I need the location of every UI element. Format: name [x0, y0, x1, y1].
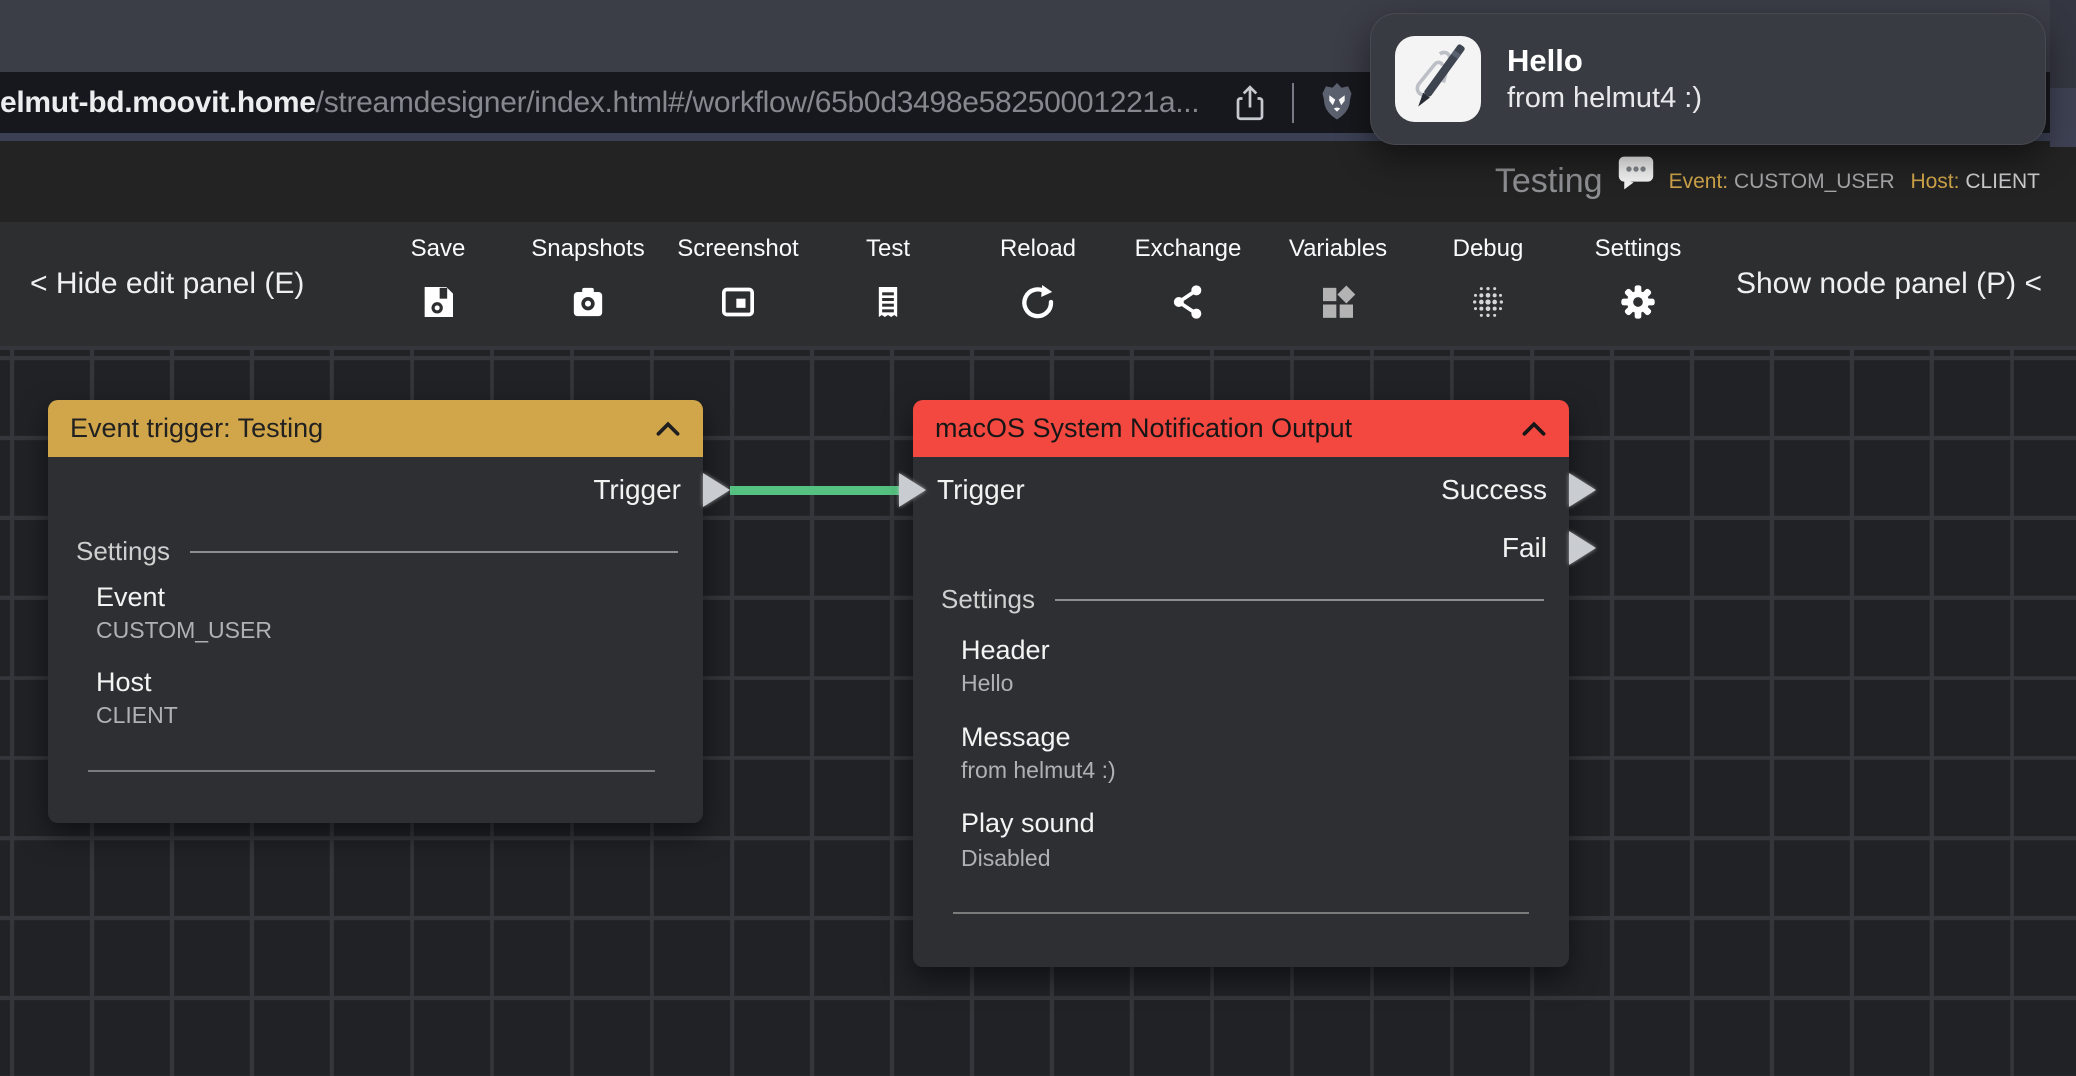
- share-icon[interactable]: [1232, 83, 1268, 123]
- field-value-header: Hello: [961, 669, 1013, 697]
- notification-title: Hello: [1507, 42, 1702, 81]
- test-list-icon: [868, 282, 908, 322]
- field-value-host: CLIENT: [96, 701, 178, 729]
- node-event-trigger[interactable]: Event trigger: Testing Trigger Settings …: [48, 400, 703, 823]
- screenshot-icon: [718, 282, 758, 322]
- output-connector-fail[interactable]: [1569, 531, 1596, 565]
- variables-grid-icon: [1318, 282, 1358, 322]
- field-value-play-sound: Disabled: [961, 844, 1051, 872]
- field-label-header: Header: [961, 633, 1050, 667]
- settings-button[interactable]: Settings: [1563, 234, 1713, 322]
- gear-icon: [1618, 282, 1658, 322]
- screenshot-button[interactable]: Screenshot: [663, 234, 813, 322]
- workflow-header: Testing Event: CUSTOM_USER Host: CLIENT: [0, 141, 2076, 222]
- floppy-icon: [418, 282, 458, 322]
- settings-divider: [1055, 599, 1544, 601]
- input-port-label-trigger: Trigger: [937, 472, 1025, 508]
- snapshots-button[interactable]: Snapshots: [513, 234, 663, 322]
- test-button[interactable]: Test: [813, 234, 963, 322]
- url-path: /streamdesigner/index.html#/workflow/65b…: [316, 86, 1200, 119]
- toolbar-buttons: Save Snapshots Screenshot: [363, 234, 1713, 322]
- reload-button[interactable]: Reload: [963, 234, 1113, 322]
- save-button[interactable]: Save: [363, 234, 513, 322]
- notification-text: Hello from helmut4 :): [1507, 42, 1702, 117]
- desktop-edge-strip-2: [2050, 88, 2076, 147]
- output-connector-trigger[interactable]: [703, 473, 730, 507]
- field-label-host: Host: [96, 665, 152, 699]
- node-bottom-divider: [88, 770, 655, 772]
- debug-button[interactable]: Debug: [1413, 234, 1563, 322]
- workflow-meta: Event: CUSTOM_USER Host: CLIENT: [1669, 170, 2040, 194]
- event-label: Event:: [1669, 170, 1729, 193]
- node-macos-notification-output[interactable]: macOS System Notification Output Trigger…: [913, 400, 1569, 967]
- url-host: elmut-bd.moovit.home: [0, 86, 316, 119]
- output-port-label-fail: Fail: [1502, 530, 1547, 566]
- field-value-event: CUSTOM_USER: [96, 616, 272, 644]
- chevron-up-icon[interactable]: [655, 421, 681, 437]
- reload-icon: [1018, 282, 1058, 322]
- settings-section-header: Settings: [76, 536, 678, 567]
- host-value: CLIENT: [1965, 170, 2040, 193]
- node-event-trigger-header[interactable]: Event trigger: Testing: [48, 400, 703, 457]
- output-port-label-trigger: Trigger: [593, 472, 681, 508]
- script-editor-app-icon: [1395, 36, 1481, 122]
- camera-icon: [568, 282, 608, 322]
- macos-notification[interactable]: Hello from helmut4 :): [1370, 13, 2046, 145]
- debug-dots-icon: [1468, 282, 1508, 322]
- host-label: Host:: [1910, 170, 1959, 193]
- url-text[interactable]: elmut-bd.moovit.home/streamdesigner/inde…: [0, 86, 1199, 120]
- field-label-play-sound: Play sound: [961, 806, 1095, 840]
- comment-bubble-icon[interactable]: [1617, 155, 1655, 191]
- show-node-panel-button[interactable]: Show node panel (P) <: [1736, 267, 2042, 301]
- variables-button[interactable]: Variables: [1263, 234, 1413, 322]
- exchange-button[interactable]: Exchange: [1113, 234, 1263, 322]
- workflow-title: Testing: [1495, 162, 1603, 201]
- chevron-up-icon[interactable]: [1521, 421, 1547, 437]
- node-title: macOS System Notification Output: [935, 413, 1352, 444]
- event-value: CUSTOM_USER: [1734, 170, 1895, 193]
- output-connector-success[interactable]: [1569, 473, 1596, 507]
- output-port-label-success: Success: [1441, 472, 1547, 508]
- field-value-message: from helmut4 :): [961, 756, 1116, 784]
- notification-body: from helmut4 :): [1507, 80, 1702, 116]
- node-bottom-divider: [953, 912, 1529, 914]
- field-label-message: Message: [961, 720, 1071, 754]
- node-title: Event trigger: Testing: [70, 413, 323, 444]
- workflow-canvas[interactable]: Event trigger: Testing Trigger Settings …: [0, 346, 2076, 1076]
- brave-shield-icon[interactable]: [1316, 80, 1358, 126]
- input-connector-trigger[interactable]: [899, 473, 926, 507]
- node-macos-notification-header[interactable]: macOS System Notification Output: [913, 400, 1569, 457]
- field-label-event: Event: [96, 580, 165, 614]
- hide-edit-panel-button[interactable]: < Hide edit panel (E): [30, 267, 304, 301]
- designer-toolbar: < Hide edit panel (E) Save Snapshots Scr…: [0, 222, 2076, 346]
- connection-line[interactable]: [730, 486, 900, 495]
- toolbar-separator: [1292, 83, 1294, 123]
- settings-divider: [190, 551, 678, 553]
- desktop-edge-strip: [2050, 0, 2076, 88]
- share-nodes-icon: [1168, 282, 1208, 322]
- settings-section-header: Settings: [941, 584, 1544, 615]
